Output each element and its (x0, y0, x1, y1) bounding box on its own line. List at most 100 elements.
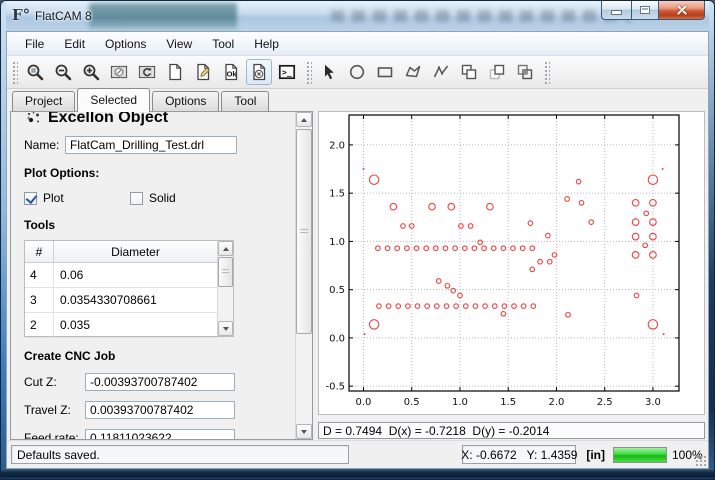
tools-table-scrollbar[interactable] (217, 241, 233, 336)
menu-tool[interactable]: Tool (202, 34, 244, 54)
plot-checkbox-box[interactable] (24, 192, 37, 205)
panel-scrollbar[interactable] (295, 112, 312, 439)
background-blur-dark (89, 3, 237, 29)
circle-tool-button[interactable] (344, 59, 370, 85)
tab-tool[interactable]: Tool (221, 91, 269, 111)
plot-checkbox-label: Plot (43, 191, 64, 205)
cancel-document-button[interactable] (246, 59, 272, 85)
tool-number-cell[interactable]: 4 (25, 263, 54, 287)
edit-document-icon (193, 62, 213, 82)
replot-button[interactable] (134, 59, 160, 85)
menu-file[interactable]: File (15, 34, 54, 54)
close-icon (676, 4, 688, 16)
progress-fill (614, 448, 666, 462)
close-button[interactable] (659, 1, 705, 20)
svg-text:1.5: 1.5 (500, 397, 516, 408)
column-header-diameter[interactable]: Diameter (54, 241, 217, 262)
subtract-tool-button[interactable] (484, 59, 510, 85)
menu-options[interactable]: Options (95, 34, 156, 54)
coordinate-y: Y: 1.4359 (522, 448, 583, 462)
zoom-fit-button[interactable] (22, 59, 48, 85)
cut-z-label: Cut Z: (24, 375, 85, 389)
tool-row[interactable]: 2 0.035 (25, 313, 217, 338)
menubar: FileEditOptionsViewToolHelp (7, 32, 708, 56)
resize-grip[interactable] (695, 455, 706, 466)
select-arrow-button[interactable] (316, 59, 342, 85)
minimize-button[interactable] (601, 1, 631, 20)
svg-text:-0.5: -0.5 (325, 382, 345, 393)
coordinates-readout: X: -0.6672 Y: 1.4359 (462, 445, 576, 464)
scroll-down-button[interactable] (218, 321, 233, 336)
svg-text:2.0: 2.0 (329, 140, 345, 151)
tool-diameter-cell[interactable]: 0.06 (54, 263, 217, 287)
tool-row[interactable]: 4 0.06 (25, 263, 217, 288)
solid-checkbox[interactable]: Solid (130, 191, 176, 205)
maximize-button[interactable] (631, 1, 659, 20)
scroll-up-button[interactable] (218, 241, 233, 256)
plot-options-row: Plot Solid (24, 190, 295, 206)
svg-text:0.0: 0.0 (329, 333, 345, 344)
toolbar-drag-handle[interactable] (305, 60, 312, 84)
toolbar-drag-handle[interactable] (11, 60, 18, 84)
panel-title: Excellon Object (48, 112, 168, 127)
ok-document-button[interactable]: Ok (218, 59, 244, 85)
flatcam-window: F° FlatCAM 8 FileEditOptionsViewToolHelp… (0, 0, 715, 480)
tool-diameter-cell[interactable]: 0.0354330708661 (54, 288, 217, 312)
menu-help[interactable]: Help (244, 34, 289, 54)
main-area: Excellon Object Name: Plot Options: Plot (7, 111, 708, 440)
background-blur-text (331, 10, 631, 22)
measurement-readout: D = 0.7494 D(x) = -0.7218 D(y) = -0.2014 (318, 422, 705, 439)
tab-project[interactable]: Project (12, 91, 75, 111)
travel-z-input[interactable] (85, 401, 235, 419)
solid-checkbox-label: Solid (149, 191, 176, 205)
tool-number-cell[interactable]: 3 (25, 288, 54, 312)
toolbar-drag-handle[interactable] (543, 60, 550, 84)
new-document-icon (165, 62, 185, 82)
solid-checkbox-box[interactable] (130, 192, 143, 205)
cut-z-input[interactable] (85, 373, 235, 391)
polyline-tool-button[interactable] (428, 59, 454, 85)
shell-button[interactable]: >_ (274, 59, 300, 85)
travel-z-label: Travel Z: (24, 403, 85, 417)
feed-rate-label: Feed rate: (24, 431, 85, 439)
svg-text:1.5: 1.5 (329, 189, 345, 200)
tool-row[interactable]: 3 0.0354330708661 (25, 288, 217, 313)
zoom-out-button[interactable] (50, 59, 76, 85)
intersect-tool-button[interactable] (512, 59, 538, 85)
intersect-tool-icon (515, 62, 535, 82)
units-label: [in] (576, 448, 613, 462)
svg-text:>_: >_ (282, 68, 292, 77)
tab-options[interactable]: Options (152, 91, 219, 111)
union-tool-button[interactable] (456, 59, 482, 85)
new-document-button[interactable] (162, 59, 188, 85)
rectangle-tool-icon (375, 62, 395, 82)
feed-rate-input[interactable] (85, 429, 235, 439)
scrollbar-thumb[interactable] (218, 257, 233, 287)
tool-number-cell[interactable]: 2 (25, 313, 54, 337)
panel-scroll-down-button[interactable] (296, 424, 312, 439)
menu-edit[interactable]: Edit (54, 34, 95, 54)
tool-diameter-cell[interactable]: 0.035 (54, 313, 217, 337)
name-input[interactable] (65, 136, 237, 154)
travel-z-row: Travel Z: (24, 401, 295, 419)
zoom-fit-icon (25, 62, 45, 82)
client-area: FileEditOptionsViewToolHelp Ok >_ Projec… (6, 31, 709, 469)
titlebar[interactable]: F° FlatCAM 8 (1, 1, 714, 31)
plot-canvas[interactable]: 0.00.51.01.52.02.53.0-0.50.00.51.01.52.0 (318, 111, 705, 415)
svg-text:0.0: 0.0 (356, 397, 372, 408)
maximize-icon (640, 6, 650, 14)
clear-plot-button[interactable] (106, 59, 132, 85)
tab-selected[interactable]: Selected (77, 88, 150, 112)
edit-document-button[interactable] (190, 59, 216, 85)
drill-plot[interactable]: 0.00.51.01.52.02.53.0-0.50.00.51.01.52.0 (319, 112, 705, 414)
zoom-in-button[interactable] (78, 59, 104, 85)
panel-scrollbar-thumb[interactable] (296, 129, 312, 334)
column-header-number[interactable]: # (25, 241, 54, 262)
plot-checkbox[interactable]: Plot (24, 191, 130, 205)
panel-scroll-up-button[interactable] (296, 112, 312, 127)
menu-view[interactable]: View (156, 34, 202, 54)
flatcam-logo-icon: F° (12, 6, 30, 24)
rectangle-tool-button[interactable] (372, 59, 398, 85)
cnc-fields: Cut Z: Travel Z: Feed rate: (24, 373, 295, 439)
polygon-tool-button[interactable] (400, 59, 426, 85)
